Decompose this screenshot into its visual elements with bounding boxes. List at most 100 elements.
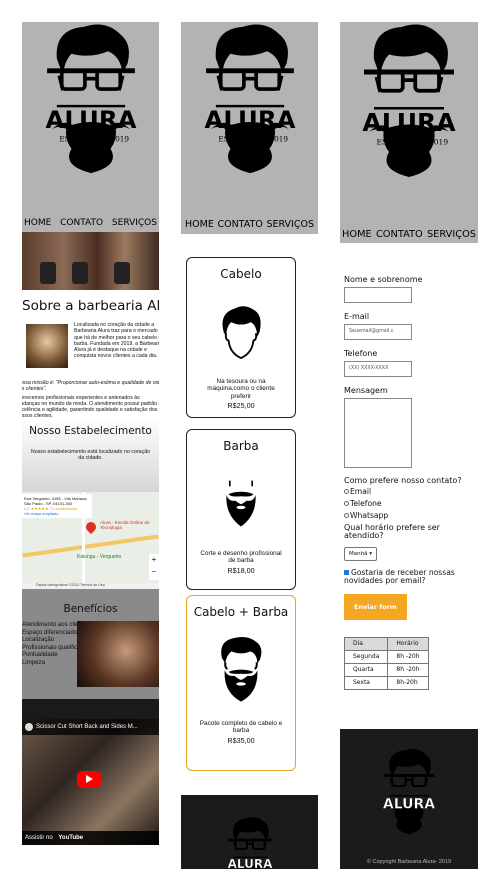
radio-icon[interactable] bbox=[344, 500, 349, 506]
service-name: Cabelo bbox=[220, 267, 262, 281]
logo-year-text: 2019 bbox=[110, 134, 129, 143]
message-label: Mensagem bbox=[344, 386, 388, 395]
service-desc: Na tesoura ou na máquina,como o cliente … bbox=[207, 378, 275, 400]
nav-servicos[interactable]: SERVIÇOS bbox=[266, 219, 314, 230]
benefits-photo bbox=[77, 621, 159, 687]
service-card-cabelo: Cabelo Na tesoura ou na máquina,como o c… bbox=[186, 257, 296, 418]
about-mission: Nossa missão é: "Proporcionar auto-estim… bbox=[22, 380, 159, 393]
barber-logo-icon: ALURA bbox=[383, 747, 435, 835]
logo-brand-text: ALURA bbox=[383, 796, 435, 812]
map-info-card: Rua Vergueiro, 3185 - Vila Mariana, São … bbox=[22, 494, 92, 518]
barber-logo-icon: ALURA ESTD 2019 bbox=[203, 22, 296, 175]
copyright-text: © Copyright Barbearia Alura- 2019 bbox=[366, 859, 452, 865]
newsletter-label: Gostaria de receber nossas novidades por… bbox=[344, 567, 455, 585]
mobile-page-about: ALURA ESTD 2019 HOME CONTATO SERVIÇOS So… bbox=[22, 22, 159, 869]
hair-and-beard-icon bbox=[207, 625, 275, 713]
benefits-title: Benefícios bbox=[63, 603, 118, 615]
watch-on-youtube[interactable]: Assistir no YouTube bbox=[22, 831, 159, 845]
logo-brand-text: ALURA bbox=[362, 108, 456, 137]
map-pin-icon[interactable] bbox=[83, 519, 99, 535]
youtube-logo: YouTube bbox=[58, 835, 84, 841]
contact-option-email[interactable]: Email bbox=[344, 486, 478, 498]
barbershop-photo bbox=[22, 232, 159, 290]
site-header: ALURA ESTD 2019 HOME CONTATO SERVIÇOS bbox=[22, 22, 159, 232]
logo-year-text: 2019 bbox=[429, 138, 448, 147]
about-section: Localizada no coração da cidade a Barbea… bbox=[22, 322, 159, 420]
map-zoom-controls[interactable]: + − bbox=[149, 554, 159, 580]
nav-contato[interactable]: CONTATO bbox=[217, 219, 262, 230]
play-icon[interactable] bbox=[77, 771, 101, 788]
nav-home[interactable]: HOME bbox=[24, 218, 51, 228]
main-nav: HOME CONTATO SERVIÇOS bbox=[340, 229, 478, 240]
establishment-text: Nosso estabelecimento está localizado no… bbox=[30, 449, 151, 461]
name-label: Nome e sobrenome bbox=[344, 275, 423, 284]
logo-estd-text: ESTD bbox=[377, 138, 399, 147]
haircut-icon bbox=[210, 301, 272, 363]
time-question: Qual horário prefere ser atendido? bbox=[344, 522, 440, 540]
table-header-row: Dia Horário bbox=[343, 636, 429, 651]
nav-servicos[interactable]: SERVIÇOS bbox=[112, 218, 157, 228]
phone-field[interactable]: (XX) XXXX-XXXX bbox=[344, 361, 412, 377]
about-paragraph: Localizada no coração da cidade a Barbea… bbox=[74, 322, 159, 360]
about-paragraph-2: Oferecemos profissionais experientes e a… bbox=[22, 394, 159, 420]
zoom-out-button[interactable]: − bbox=[149, 566, 159, 578]
logo-estd-text: ESTD bbox=[59, 134, 80, 143]
contact-option-phone[interactable]: Telefone bbox=[344, 498, 478, 510]
video-title[interactable]: Scissor Cut Short Back and Sides M... bbox=[36, 724, 138, 730]
logo-brand-text: ALURA bbox=[227, 857, 272, 869]
email-label: E-mail bbox=[344, 312, 370, 321]
service-name: Barba bbox=[223, 439, 259, 453]
youtube-video[interactable]: Scissor Cut Short Back and Sides M... As… bbox=[22, 719, 159, 845]
radio-icon[interactable] bbox=[344, 512, 349, 518]
service-price: R$35,00 bbox=[227, 735, 255, 745]
barber-logo-icon: ALURA ESTD 2019 bbox=[44, 22, 137, 175]
about-title: Sobre a barbearia Alura bbox=[22, 298, 159, 314]
mobile-page-services: ALURA ESTD 2019 HOME CONTATO SERVIÇOS Ca… bbox=[181, 22, 318, 869]
site-footer: ALURA © Copyright Barbearia Alura- 2019 bbox=[340, 729, 478, 869]
logo-brand-text: ALURA bbox=[45, 105, 136, 134]
service-name: Cabelo + Barba bbox=[193, 605, 289, 619]
main-nav: HOME CONTATO SERVIÇOS bbox=[22, 218, 159, 228]
map-station-label: Kalunga - Vergueiro bbox=[77, 554, 122, 560]
channel-avatar bbox=[25, 723, 33, 731]
newsletter-checkbox-row[interactable]: Gostaria de receber nossas novidades por… bbox=[344, 567, 478, 586]
service-desc: Corte e desenho profissional de barba bbox=[200, 550, 282, 565]
nav-servicos[interactable]: SERVIÇOS bbox=[427, 229, 476, 240]
name-field[interactable] bbox=[344, 287, 412, 303]
table-row: Segunda 8h -20h bbox=[343, 649, 429, 664]
watch-label: Assistir no bbox=[25, 835, 53, 841]
nav-home[interactable]: HOME bbox=[185, 219, 214, 230]
beard-icon bbox=[213, 475, 269, 531]
zoom-in-button[interactable]: + bbox=[149, 554, 159, 566]
radio-icon[interactable] bbox=[344, 488, 349, 494]
contact-option-whatsapp[interactable]: Whatsapp bbox=[344, 510, 478, 522]
site-header: ALURA ESTD 2019 HOME CONTATO SERVIÇOS bbox=[340, 22, 478, 243]
table-row: Sexta 8h-20h bbox=[343, 675, 429, 690]
logo-year-text: 2019 bbox=[269, 134, 288, 143]
hours-table: Dia Horário Segunda 8h -20h Quarta 8h -20h … bbox=[343, 636, 429, 690]
map-place-label: Alura - Escola Online de Tecnologia bbox=[100, 520, 150, 530]
logo-estd-text: ESTD bbox=[218, 134, 239, 143]
service-card-combo: Cabelo + Barba Pacote completo de cabelo… bbox=[186, 595, 296, 771]
site-footer: ALURA bbox=[181, 795, 318, 869]
embedded-map[interactable]: Rua Vergueiro, 3185 - Vila Mariana, São … bbox=[22, 492, 159, 589]
phone-label: Telefone bbox=[344, 349, 378, 358]
checkbox-icon[interactable] bbox=[344, 569, 349, 575]
message-textarea[interactable] bbox=[344, 398, 412, 468]
contact-options: Email Telefone Whatsapp bbox=[344, 486, 478, 522]
time-select[interactable]: Manhã ▾ bbox=[344, 546, 377, 561]
service-desc: Pacote completo de cabelo e barba bbox=[199, 720, 283, 735]
chevron-down-icon: ▾ bbox=[369, 550, 372, 557]
barber-razor-photo bbox=[26, 324, 68, 368]
map-enlarge-link[interactable]: Ver mapa ampliado bbox=[24, 511, 90, 516]
service-price: R$18,00 bbox=[227, 565, 255, 575]
nav-home[interactable]: HOME bbox=[342, 229, 372, 240]
establishment-section: Nosso Estabelecimento Nosso estabelecime… bbox=[22, 417, 159, 492]
nav-contato[interactable]: CONTATO bbox=[60, 218, 103, 228]
nav-contato[interactable]: CONTATO bbox=[376, 229, 423, 240]
email-field[interactable]: Seuemail@gmail.c bbox=[344, 324, 412, 340]
service-card-barba: Barba Corte e desenho profissional de ba… bbox=[186, 429, 296, 590]
submit-button[interactable]: Enviar form bbox=[344, 593, 407, 620]
barber-logo-icon: ALURA bbox=[227, 816, 273, 869]
benefits-section: Benefícios Atendimento aos clientes Espa… bbox=[22, 589, 159, 719]
